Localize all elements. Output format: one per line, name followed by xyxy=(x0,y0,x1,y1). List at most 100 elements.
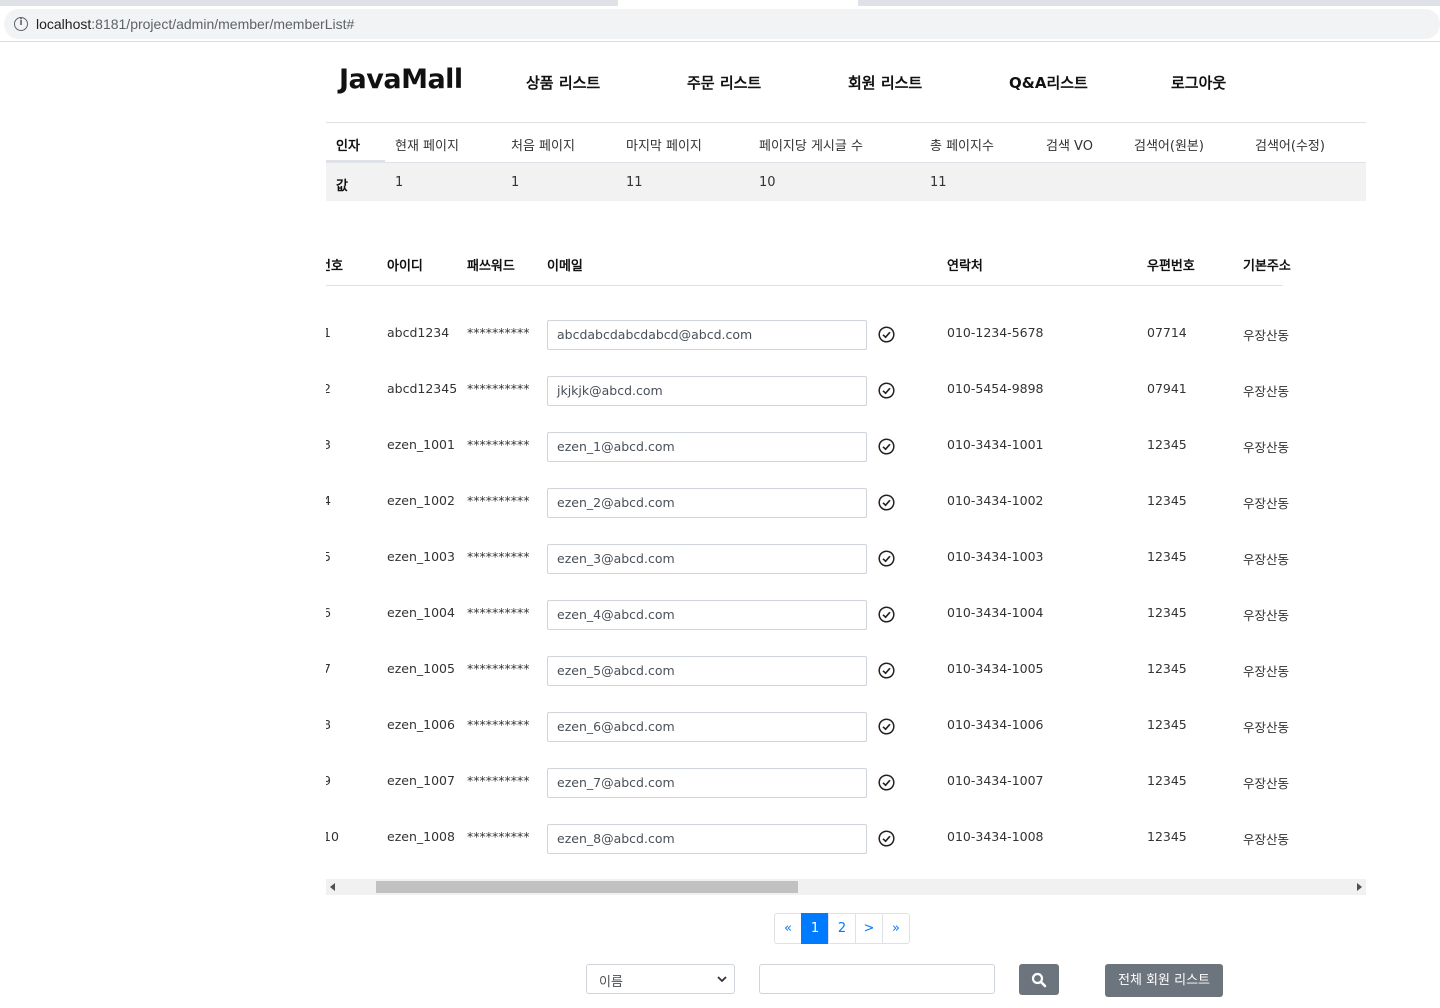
cell-phone: 010-1234-5678 xyxy=(947,325,1044,340)
info-col: 페이지당 게시글 수 xyxy=(759,139,863,154)
table-row: 4 ezen_1002 ********** 010-3434-1002 12345 우장… xyxy=(326,486,1366,542)
check-circle-icon[interactable] xyxy=(878,494,895,511)
search-type-select[interactable]: 이름 xyxy=(586,964,735,994)
col-phone: 연락처 xyxy=(947,259,983,274)
table-row: 8 ezen_1006 ********** 010-3434-1006 12345 우장… xyxy=(326,710,1366,766)
cell-zip: 12345 xyxy=(1147,717,1187,732)
cell-password: ********** xyxy=(467,605,530,620)
cell-address: 우장산동 xyxy=(1243,440,1290,455)
paging-info-header: 인자 현재 페이지 처음 페이지 마지막 페이지 페이지당 게시글 수 총 페이… xyxy=(326,123,1366,163)
divider xyxy=(326,160,385,162)
check-circle-icon[interactable] xyxy=(878,662,895,679)
member-table[interactable]: 번호 아이디 패쓰워드 이메일 연락처 우편번호 기본주소 1 abcd1234 *… xyxy=(326,240,1366,880)
col-no: 번호 xyxy=(326,259,343,274)
check-circle-icon[interactable] xyxy=(878,774,895,791)
search-type-value: 이름 xyxy=(599,975,623,990)
cell-zip: 12345 xyxy=(1147,605,1187,620)
info-col: 검색어(수정) xyxy=(1255,139,1325,154)
cell-password: ********** xyxy=(467,773,530,788)
email-field[interactable]: ezen_2@abcd.com xyxy=(547,488,867,518)
scroll-left-icon[interactable] xyxy=(330,883,335,891)
table-row: 5 ezen_1003 ********** 010-3434-1003 12345 우장… xyxy=(326,542,1366,598)
col-password: 패쓰워드 xyxy=(467,259,515,274)
url-box[interactable]: i localhost:8181/project/admin/member/me… xyxy=(4,9,1440,39)
check-circle-icon[interactable] xyxy=(878,718,895,735)
site-info-icon[interactable]: i xyxy=(14,17,28,31)
check-circle-icon[interactable] xyxy=(878,438,895,455)
info-col: 총 페이지수 xyxy=(930,139,994,154)
page-2-button[interactable]: 2 xyxy=(828,913,856,944)
cell-password: ********** xyxy=(467,493,530,508)
table-row: 10 ezen_1008 ********** 010-3434-1008 12345 우… xyxy=(326,822,1366,878)
email-field[interactable]: ezen_3@abcd.com xyxy=(547,544,867,574)
info-value: 11 xyxy=(626,175,643,190)
cell-id: abcd12345 xyxy=(387,381,458,396)
row-label-key: 인자 xyxy=(336,139,360,154)
cell-zip: 12345 xyxy=(1147,661,1187,676)
cell-zip: 12345 xyxy=(1147,549,1187,564)
nav-member-list[interactable]: 회원 리스트 xyxy=(848,72,922,93)
page-first-button[interactable]: « xyxy=(774,913,802,944)
table-row: 6 ezen_1004 ********** 010-3434-1004 12345 우장… xyxy=(326,598,1366,654)
chevron-down-icon xyxy=(717,976,727,983)
cell-phone: 010-3434-1005 xyxy=(947,661,1044,676)
cell-phone: 010-3434-1002 xyxy=(947,493,1044,508)
cell-no: 6 xyxy=(326,605,331,620)
check-circle-icon[interactable] xyxy=(878,550,895,567)
table-row: 1 abcd1234 ********** 010-1234-5678 07714 우장산… xyxy=(326,318,1366,374)
page-1-button[interactable]: 1 xyxy=(801,913,829,944)
cell-address: 우장산동 xyxy=(1243,832,1290,847)
page-last-button[interactable]: » xyxy=(882,913,910,944)
check-circle-icon[interactable] xyxy=(878,382,895,399)
email-field[interactable]: ezen_8@abcd.com xyxy=(547,824,867,854)
nav-qna-list[interactable]: Q&A리스트 xyxy=(1009,72,1088,93)
email-field[interactable]: ezen_6@abcd.com xyxy=(547,712,867,742)
info-value: 10 xyxy=(759,175,776,190)
scrollbar-thumb[interactable] xyxy=(376,881,798,893)
nav-logout[interactable]: 로그아웃 xyxy=(1171,72,1226,93)
search-input[interactable] xyxy=(759,964,995,994)
cell-id: ezen_1008 xyxy=(387,829,455,844)
paging-info-values: 값 1 1 11 10 11 xyxy=(326,163,1366,201)
email-field[interactable]: jkjkjk@abcd.com xyxy=(547,376,867,406)
horizontal-scrollbar[interactable] xyxy=(326,879,1366,895)
email-field[interactable]: ezen_1@abcd.com xyxy=(547,432,867,462)
cell-phone: 010-5454-9898 xyxy=(947,381,1044,396)
nav-product-list[interactable]: 상품 리스트 xyxy=(526,72,600,93)
scroll-right-icon[interactable] xyxy=(1357,883,1362,891)
url-text[interactable]: localhost:8181/project/admin/member/memb… xyxy=(36,16,354,32)
info-col: 검색 VO xyxy=(1046,139,1093,154)
col-id: 아이디 xyxy=(387,259,423,274)
cell-zip: 07941 xyxy=(1147,381,1187,396)
email-field[interactable]: ezen_5@abcd.com xyxy=(547,656,867,686)
info-col: 검색어(원본) xyxy=(1134,139,1204,154)
table-row: 3 ezen_1001 ********** 010-3434-1001 12345 우장… xyxy=(326,430,1366,486)
check-circle-icon[interactable] xyxy=(878,606,895,623)
email-field[interactable]: ezen_7@abcd.com xyxy=(547,768,867,798)
cell-address: 우장산동 xyxy=(1243,720,1290,735)
cell-address: 우장산동 xyxy=(1243,496,1290,511)
search-button[interactable] xyxy=(1019,964,1059,995)
cell-zip: 12345 xyxy=(1147,773,1187,788)
check-circle-icon[interactable] xyxy=(878,326,895,343)
cell-password: ********** xyxy=(467,437,530,452)
cell-password: ********** xyxy=(467,717,530,732)
cell-zip: 12345 xyxy=(1147,493,1187,508)
cell-password: ********** xyxy=(467,325,530,340)
page-next-button[interactable]: > xyxy=(855,913,883,944)
url-path: :8181/project/admin/member/memberList# xyxy=(91,16,355,32)
cell-address: 우장산동 xyxy=(1243,552,1290,567)
col-email: 이메일 xyxy=(547,259,583,274)
email-field[interactable]: abcdabcdabcdabcd@abcd.com xyxy=(547,320,867,350)
all-members-button[interactable]: 전체 회원 리스트 xyxy=(1105,964,1223,997)
cell-phone: 010-3434-1004 xyxy=(947,605,1044,620)
cell-zip: 12345 xyxy=(1147,437,1187,452)
cell-no: 9 xyxy=(326,773,331,788)
email-field[interactable]: ezen_4@abcd.com xyxy=(547,600,867,630)
cell-zip: 12345 xyxy=(1147,829,1187,844)
cell-id: ezen_1001 xyxy=(387,437,455,452)
check-circle-icon[interactable] xyxy=(878,830,895,847)
nav-order-list[interactable]: 주문 리스트 xyxy=(687,72,761,93)
logo[interactable]: JavaMall xyxy=(339,64,463,95)
col-address: 기본주소 xyxy=(1243,259,1291,274)
